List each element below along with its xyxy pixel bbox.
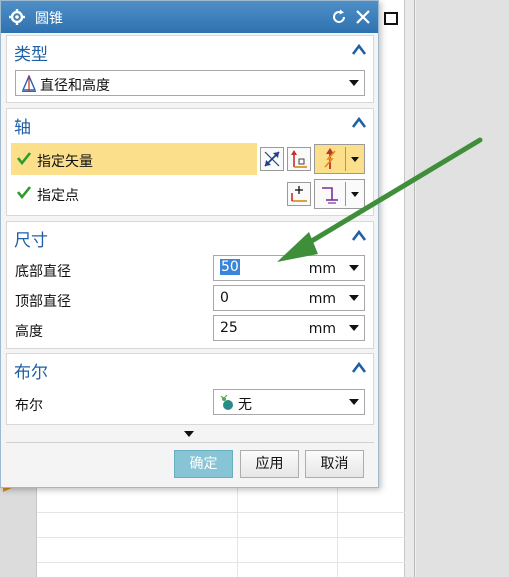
close-icon[interactable] — [354, 8, 372, 26]
top-diameter-unit: mm — [308, 291, 336, 307]
type-section: 类型 直径和高度 — [6, 35, 374, 103]
check-icon — [16, 151, 32, 166]
boolean-none-icon — [219, 394, 235, 416]
vector-dialog-button[interactable] — [287, 147, 311, 171]
collapse-icon[interactable] — [351, 115, 367, 129]
apply-button[interactable]: 应用 — [240, 450, 299, 478]
specify-point-row[interactable]: 指定点 — [11, 177, 257, 209]
specify-point-label: 指定点 — [37, 188, 79, 204]
chevron-down-icon[interactable] — [349, 80, 359, 86]
chevron-down-icon[interactable] — [349, 295, 359, 301]
collapse-icon[interactable] — [351, 42, 367, 56]
cone-type-icon — [21, 74, 37, 97]
height-value[interactable]: 25 — [220, 320, 238, 336]
boolean-label: 布尔 — [15, 398, 43, 414]
axis-section: 轴 指定矢量 指定点 — [6, 108, 374, 216]
height-unit: mm — [308, 321, 336, 337]
vector-type-dropdown[interactable] — [314, 144, 365, 174]
graphics-area[interactable] — [416, 0, 509, 577]
check-icon — [16, 185, 32, 200]
reset-icon[interactable] — [330, 8, 348, 26]
gear-icon[interactable] — [8, 8, 26, 26]
background-scrollbar[interactable] — [405, 0, 415, 577]
top-diameter-value[interactable]: 0 — [220, 290, 229, 306]
specify-vector-label: 指定矢量 — [37, 154, 93, 170]
section-title-dimensions: 尺寸 — [14, 231, 48, 251]
dialog-titlebar[interactable]: 圆锥 — [1, 1, 378, 33]
bottom-diameter-input[interactable]: 50 mm — [213, 255, 365, 281]
boolean-select[interactable]: 无 — [213, 389, 365, 415]
chevron-down-icon[interactable] — [349, 265, 359, 271]
collapse-icon[interactable] — [351, 228, 367, 242]
specify-vector-row[interactable]: 指定矢量 — [11, 143, 257, 175]
footer-divider — [6, 442, 374, 443]
maximize-icon[interactable] — [384, 12, 398, 25]
point-dialog-button[interactable] — [287, 182, 311, 206]
top-diameter-input[interactable]: 0 mm — [213, 285, 365, 311]
chevron-down-icon[interactable] — [349, 399, 359, 405]
dimensions-section: 尺寸 底部直径 50 mm 顶部直径 0 mm 高度 25 mm — [6, 221, 374, 349]
type-select[interactable]: 直径和高度 — [15, 70, 365, 96]
dialog-title: 圆锥 — [35, 11, 63, 27]
collapse-icon[interactable] — [351, 360, 367, 374]
reverse-direction-button[interactable] — [260, 147, 284, 171]
boolean-value: 无 — [238, 397, 252, 413]
type-value: 直径和高度 — [40, 78, 110, 94]
section-title-boolean: 布尔 — [14, 363, 48, 383]
boolean-section: 布尔 布尔 无 — [6, 353, 374, 425]
bottom-diameter-label: 底部直径 — [15, 264, 71, 280]
height-label: 高度 — [15, 324, 43, 340]
section-title-axis: 轴 — [14, 118, 31, 138]
bottom-diameter-unit: mm — [308, 261, 336, 277]
chevron-down-icon[interactable] — [349, 325, 359, 331]
expand-more-icon[interactable] — [184, 431, 194, 437]
height-input[interactable]: 25 mm — [213, 315, 365, 341]
cancel-button[interactable]: 取消 — [305, 450, 364, 478]
section-title-type: 类型 — [14, 45, 48, 65]
top-diameter-label: 顶部直径 — [15, 294, 71, 310]
bottom-diameter-value[interactable]: 50 — [220, 259, 240, 275]
point-type-dropdown[interactable] — [314, 179, 365, 209]
chevron-down-icon[interactable] — [351, 157, 359, 162]
cone-dialog: 圆锥 类型 直径和高度 轴 指定矢量 指定点 尺寸 底部直径 50 mm 顶部直… — [0, 0, 379, 488]
ok-button[interactable]: 确定 — [174, 450, 233, 478]
chevron-down-icon[interactable] — [351, 192, 359, 197]
